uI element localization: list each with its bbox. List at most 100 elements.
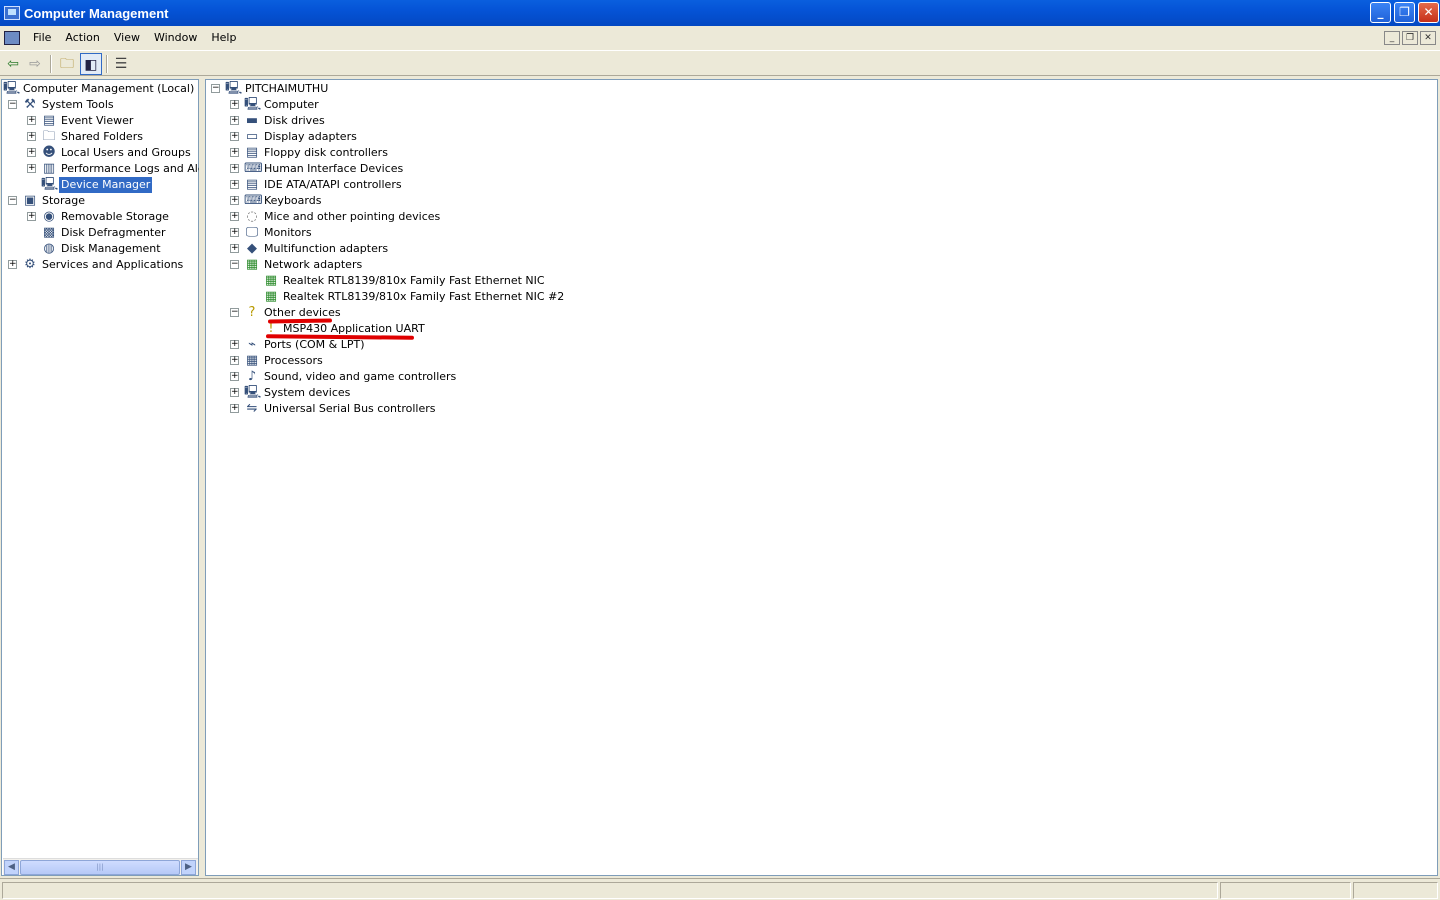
title-bar[interactable]: Computer Management _ ❐ ✕ [0,0,1440,26]
device-category-label[interactable]: Computer [262,97,321,113]
device-category-label[interactable]: Ports (COM & LPT) [262,337,367,353]
device-item-row[interactable]: ▦ Realtek RTL8139/810x Family Fast Ethern… [206,289,1437,305]
console-tree-item-label[interactable]: Disk Defragmenter [59,225,168,241]
console-tree-item-row[interactable]: + ☻ Local Users and Groups [2,145,198,161]
expand-icon[interactable]: + [8,260,17,269]
expand-icon[interactable]: + [230,212,239,221]
expand-icon[interactable]: + [230,132,239,141]
console-tree-item-row[interactable]: + 🗀 Shared Folders [2,129,198,145]
menu-action[interactable]: Action [58,26,106,50]
expand-icon[interactable]: + [230,116,239,125]
expand-icon[interactable]: + [230,340,239,349]
console-tree-pane[interactable]: 🖳 Computer Management (Local) − ⚒ System Too… [1,79,219,876]
console-tree-item-row[interactable]: − ▣ Storage [2,193,198,209]
collapse-icon[interactable]: − [230,308,239,317]
menu-window[interactable]: Window [147,26,204,50]
device-category-row[interactable]: − ▦ Network adapters [206,257,1437,273]
menu-view[interactable]: View [107,26,147,50]
device-category-row[interactable]: + ⌨ Keyboards [206,193,1437,209]
console-tree-item-row[interactable]: + ▥ Performance Logs and Alerts [2,161,219,177]
device-category-label[interactable]: Human Interface Devices [262,161,405,177]
scroll-right-icon[interactable]: ▶ [181,860,196,875]
console-tree-item-row[interactable]: ◍ Disk Management [2,241,198,257]
device-category-row[interactable]: + ♪ Sound, video and game controllers [206,369,1437,385]
device-category-label[interactable]: Network adapters [262,257,364,273]
expand-icon[interactable]: + [230,100,239,109]
console-tree-item-row[interactable]: + ▤ Event Viewer [2,113,198,129]
expand-icon[interactable]: + [230,196,239,205]
console-tree-item-row[interactable]: + ⚙ Services and Applications [2,257,198,273]
maximize-button[interactable]: ❐ [1394,2,1415,23]
device-category-label[interactable]: Mice and other pointing devices [262,209,442,225]
collapse-icon[interactable]: − [8,100,17,109]
expand-icon[interactable]: + [230,356,239,365]
expand-icon[interactable]: + [27,116,36,125]
expand-icon[interactable]: + [230,228,239,237]
device-category-row[interactable]: + ⌨ Human Interface Devices [206,161,1437,177]
console-tree-item-row[interactable]: − ⚒ System Tools [2,97,198,113]
scroll-left-icon[interactable]: ◀ [4,860,19,875]
console-tree-item-row[interactable]: 🖳 Device Manager [2,177,198,193]
expand-icon[interactable]: + [230,180,239,189]
device-category-row[interactable]: + ⇋ Universal Serial Bus controllers [206,401,1437,417]
console-tree-item-label[interactable]: Shared Folders [59,129,145,145]
console-tree-item-label[interactable]: Removable Storage [59,209,171,225]
device-category-row[interactable]: + ◆ Multifunction adapters [206,241,1437,257]
minimize-button[interactable]: _ [1370,2,1391,23]
device-item-label[interactable]: Realtek RTL8139/810x Family Fast Etherne… [281,289,566,305]
expand-icon[interactable]: + [27,148,36,157]
device-category-row[interactable]: + ▭ Display adapters [206,129,1437,145]
console-tree-item-row[interactable]: 🖳 Computer Management (Local) [2,81,198,97]
forward-arrow-icon[interactable]: ⇨ [24,53,46,75]
device-tree-root-label[interactable]: PITCHAIMUTHU [243,81,330,97]
console-tree-item-label[interactable]: System Tools [40,97,116,113]
console-tree-item-label[interactable]: Event Viewer [59,113,135,129]
expand-icon[interactable]: + [230,404,239,413]
console-tree-item-row[interactable]: ▩ Disk Defragmenter [2,225,198,241]
device-category-label[interactable]: Floppy disk controllers [262,145,390,161]
device-category-label[interactable]: IDE ATA/ATAPI controllers [262,177,404,193]
console-tree-item-label[interactable]: Computer Management (Local) [21,81,196,97]
expand-icon[interactable]: + [27,164,36,173]
console-tree-item-label[interactable]: Storage [40,193,87,209]
device-category-label[interactable]: Keyboards [262,193,323,209]
horizontal-scrollbar[interactable]: ◀ ||| ▶ [3,858,198,875]
mdi-minimize-button[interactable]: _ [1384,31,1400,45]
device-category-row[interactable]: + 🖳 System devices [206,385,1437,401]
device-category-row[interactable]: + ▤ Floppy disk controllers [206,145,1437,161]
device-category-label[interactable]: Monitors [262,225,314,241]
device-category-row[interactable]: + ▤ IDE ATA/ATAPI controllers [206,177,1437,193]
close-button[interactable]: ✕ [1418,2,1439,23]
back-arrow-icon[interactable]: ⇦ [2,53,24,75]
device-item-row[interactable]: ▦ Realtek RTL8139/810x Family Fast Ethern… [206,273,1437,289]
device-category-label[interactable]: Sound, video and game controllers [262,369,458,385]
scroll-thumb[interactable]: ||| [20,860,180,875]
device-category-row[interactable]: + ▬ Disk drives [206,113,1437,129]
console-tree-item-label[interactable]: Local Users and Groups [59,145,193,161]
console-tree-item-label[interactable]: Device Manager [59,177,153,193]
device-tree-root-row[interactable]: − 🖳 PITCHAIMUTHU [206,81,1437,97]
device-category-label[interactable]: Processors [262,353,325,369]
expand-icon[interactable]: + [230,244,239,253]
device-category-row[interactable]: + ◌ Mice and other pointing devices [206,209,1437,225]
device-category-row[interactable]: + 🖵 Monitors [206,225,1437,241]
expand-icon[interactable]: + [27,132,36,141]
app-icon[interactable] [4,6,20,20]
expand-icon[interactable]: + [27,212,36,221]
console-tree-item-label[interactable]: Disk Management [59,241,163,257]
device-category-row[interactable]: + 🖳 Computer [206,97,1437,113]
expand-icon[interactable]: + [230,388,239,397]
expand-icon[interactable]: + [230,372,239,381]
collapse-icon[interactable]: − [211,84,220,93]
mdi-window-icon[interactable] [4,31,20,45]
expand-icon[interactable]: + [230,148,239,157]
menu-file[interactable]: File [26,26,58,50]
console-tree-item-row[interactable]: + ◉ Removable Storage [2,209,198,225]
device-category-row[interactable]: + ▦ Processors [206,353,1437,369]
show-hide-tree-icon[interactable]: ◧ [80,53,102,75]
menu-help[interactable]: Help [204,26,243,50]
device-item-label[interactable]: Realtek RTL8139/810x Family Fast Etherne… [281,273,547,289]
device-category-label[interactable]: Universal Serial Bus controllers [262,401,437,417]
device-category-label[interactable]: Disk drives [262,113,327,129]
device-category-label[interactable]: Multifunction adapters [262,241,390,257]
